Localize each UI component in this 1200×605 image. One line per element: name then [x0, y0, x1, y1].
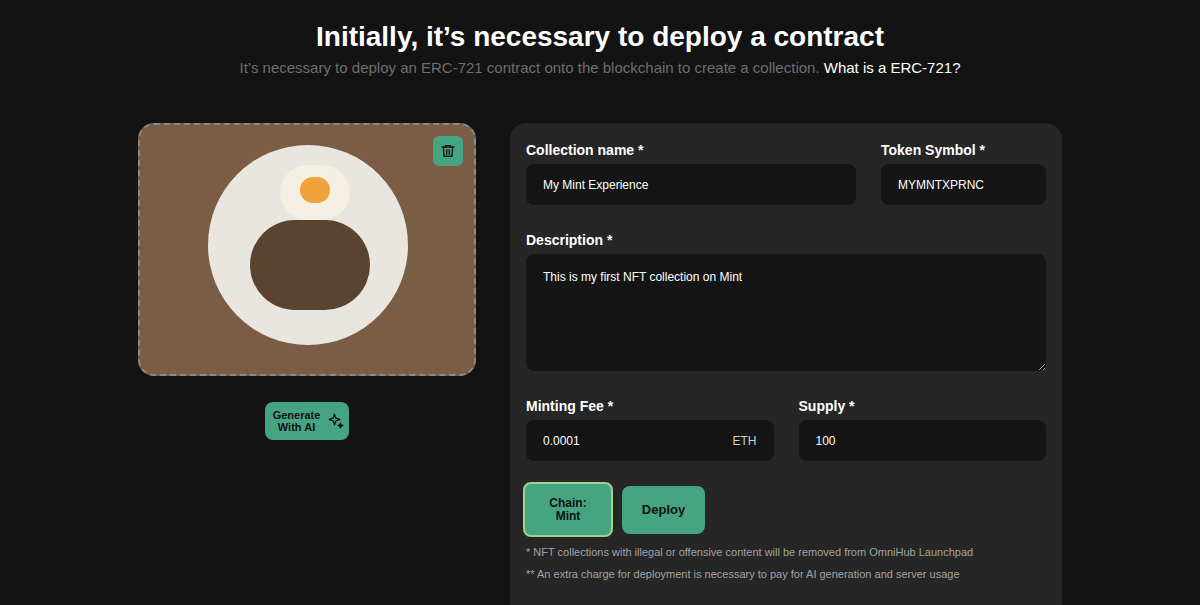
description-input[interactable]: This is my first NFT collection on Mint — [526, 254, 1046, 371]
token-symbol-input[interactable] — [881, 164, 1046, 205]
generate-ai-button[interactable]: Generate With AI — [265, 402, 349, 440]
trash-icon — [440, 143, 456, 159]
page: Initially, it’s necessary to deploy a co… — [0, 0, 1200, 605]
footnote: ** An extra charge for deployment is nec… — [526, 563, 1046, 585]
minting-fee-input[interactable] — [543, 432, 733, 450]
field-label: Token Symbol * — [881, 140, 1046, 160]
supply-input[interactable] — [799, 420, 1047, 461]
description-field: Description * This is my first NFT colle… — [526, 230, 1046, 371]
subtitle-text: It’s necessary to deploy an ERC-721 cont… — [240, 59, 820, 76]
supply-field: Supply * — [799, 396, 1047, 461]
field-label: Description * — [526, 230, 1046, 250]
field-label: Minting Fee * — [526, 396, 774, 416]
collection-name-field: Collection name * — [526, 140, 856, 205]
currency-unit: ETH — [733, 432, 757, 450]
sparkle-icon — [327, 412, 345, 430]
deploy-button[interactable]: Deploy — [622, 486, 705, 534]
button-label: Deploy — [642, 502, 685, 517]
footnote: * NFT collections with illegal or offens… — [526, 541, 1046, 563]
minting-fee-field: Minting Fee * ETH — [526, 396, 774, 461]
erc721-help-link[interactable]: What is a ERC-721? — [824, 59, 961, 76]
action-buttons: Chain: Mint Deploy — [523, 482, 1046, 537]
yolk-shape — [300, 177, 330, 203]
form-row: Minting Fee * ETH Supply * — [526, 396, 1046, 461]
collection-image[interactable] — [138, 123, 476, 376]
footnotes: * NFT collections with illegal or offens… — [526, 541, 1046, 585]
page-title: Initially, it’s necessary to deploy a co… — [316, 20, 884, 54]
image-column: Generate With AI — [138, 123, 476, 440]
delete-image-button[interactable] — [433, 136, 463, 166]
field-label: Supply * — [799, 396, 1047, 416]
collection-name-input[interactable] — [526, 164, 856, 205]
chain-button[interactable]: Chain: Mint — [523, 482, 613, 537]
form-row: Collection name * Token Symbol * — [526, 140, 1046, 205]
token-symbol-field: Token Symbol * — [881, 140, 1046, 205]
main-content: Generate With AI Collection name * Token… — [138, 123, 1062, 605]
contract-form: Collection name * Token Symbol * Descrip… — [510, 123, 1062, 605]
button-label: Chain: Mint — [538, 497, 598, 523]
minting-fee-box: ETH — [526, 420, 774, 461]
food-shape — [250, 220, 370, 310]
page-subtitle: It’s necessary to deploy an ERC-721 cont… — [240, 58, 961, 78]
generate-ai-label: Generate With AI — [270, 409, 324, 433]
field-label: Collection name * — [526, 140, 856, 160]
